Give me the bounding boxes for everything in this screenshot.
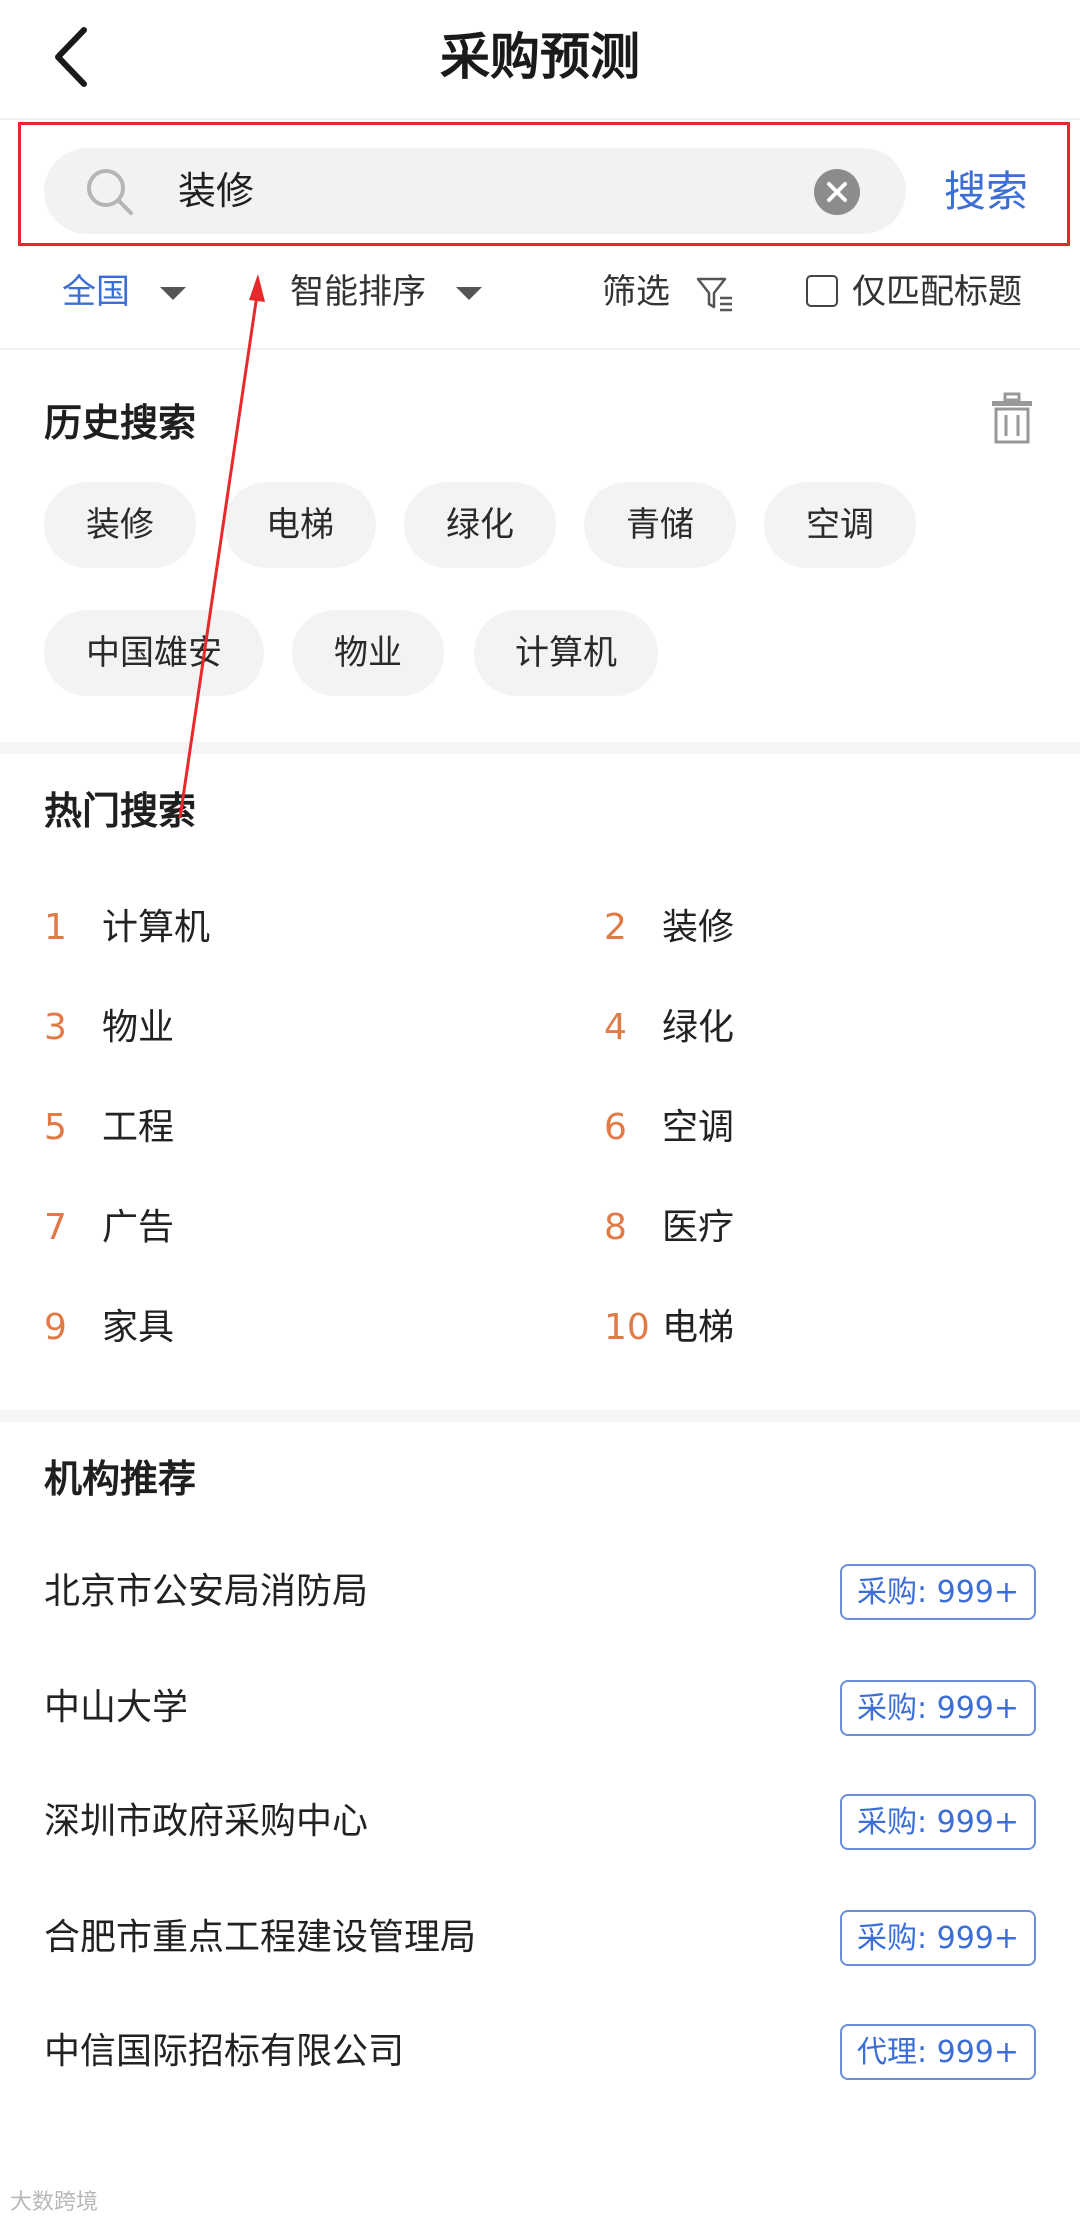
hot-rank: 8: [604, 1207, 627, 1248]
hot-item[interactable]: 3 物业: [44, 998, 174, 1058]
match-title-checkbox[interactable]: [806, 275, 838, 307]
orgs-title: 机构推荐: [44, 1457, 197, 1501]
hot-word: 广告: [102, 1207, 175, 1248]
search-input[interactable]: [178, 158, 818, 224]
history-chip[interactable]: 空调: [764, 482, 916, 568]
hot-item[interactable]: 5 工程: [44, 1098, 174, 1158]
org-row[interactable]: 合肥市重点工程建设管理局 采购: 999+: [44, 1900, 1036, 1976]
history-chip[interactable]: 中国雄安: [44, 610, 264, 696]
sort-label: 智能排序: [290, 272, 426, 312]
hot-word: 家具: [102, 1307, 175, 1348]
history-title: 历史搜索: [44, 401, 197, 445]
hot-rank: 6: [604, 1107, 627, 1148]
hot-item[interactable]: 4 绿化: [604, 998, 734, 1058]
hot-rank: 4: [604, 1007, 627, 1048]
search-box[interactable]: [44, 148, 906, 234]
history-chip[interactable]: 青储: [584, 482, 736, 568]
funnel-icon: [696, 277, 732, 311]
hot-word: 医疗: [662, 1207, 735, 1248]
hot-rank: 3: [44, 1007, 67, 1048]
org-count-badge[interactable]: 采购: 999+: [840, 1680, 1036, 1736]
org-row[interactable]: 北京市公安局消防局 采购: 999+: [44, 1554, 1036, 1630]
hot-word: 工程: [102, 1107, 175, 1148]
divider: [0, 348, 1080, 350]
hot-title: 热门搜索: [44, 789, 197, 833]
search-icon: [87, 169, 133, 215]
org-row[interactable]: 中山大学 采购: 999+: [44, 1670, 1036, 1746]
history-chip[interactable]: 物业: [292, 610, 444, 696]
hot-item[interactable]: 6 空调: [604, 1098, 734, 1158]
section-divider: [0, 742, 1080, 754]
org-count-badge[interactable]: 代理: 999+: [840, 2024, 1036, 2080]
history-chip[interactable]: 电梯: [224, 482, 376, 568]
history-chip[interactable]: 绿化: [404, 482, 556, 568]
hot-word: 电梯: [662, 1307, 735, 1348]
org-count-badge[interactable]: 采购: 999+: [840, 1910, 1036, 1966]
org-row[interactable]: 深圳市政府采购中心 采购: 999+: [44, 1784, 1036, 1860]
clear-icon[interactable]: [814, 169, 860, 215]
history-chip[interactable]: 计算机: [474, 610, 658, 696]
org-name: 北京市公安局消防局: [44, 1571, 369, 1612]
filter-button[interactable]: 筛选: [602, 254, 735, 330]
hot-word: 装修: [662, 907, 735, 948]
filter-label: 筛选: [602, 272, 670, 312]
page-title: 采购预测: [440, 28, 640, 86]
hot-rank: 10: [604, 1307, 650, 1348]
region-dropdown[interactable]: 全国: [62, 254, 186, 330]
filter-bar: 全国 智能排序 筛选 仅匹配标题: [0, 254, 1080, 330]
hot-rank: 5: [44, 1107, 67, 1148]
section-divider: [0, 1410, 1080, 1422]
hot-item[interactable]: 10 电梯: [604, 1298, 734, 1358]
hot-rank: 9: [44, 1307, 67, 1348]
watermark: 大数跨境: [10, 2190, 99, 2215]
hot-word: 物业: [102, 1007, 175, 1048]
hot-item[interactable]: 2 装修: [604, 898, 734, 958]
history-chip[interactable]: 装修: [44, 482, 196, 568]
hot-item[interactable]: 7 广告: [44, 1198, 174, 1258]
region-label: 全国: [62, 272, 130, 312]
org-count-badge[interactable]: 采购: 999+: [840, 1794, 1036, 1850]
org-row[interactable]: 中信国际招标有限公司 代理: 999+: [44, 2014, 1036, 2090]
hot-rank: 1: [44, 907, 67, 948]
org-name: 深圳市政府采购中心: [44, 1801, 369, 1842]
hot-rank: 2: [604, 907, 627, 948]
caret-down-icon: [160, 287, 186, 300]
hot-word: 计算机: [102, 907, 211, 948]
hot-item[interactable]: 8 医疗: [604, 1198, 734, 1258]
match-title-label[interactable]: 仅匹配标题: [852, 254, 1022, 330]
org-name: 中信国际招标有限公司: [44, 2031, 405, 2072]
hot-rank: 7: [44, 1207, 67, 1248]
sort-dropdown[interactable]: 智能排序: [290, 254, 482, 330]
trash-icon[interactable]: [990, 392, 1034, 444]
org-name: 合肥市重点工程建设管理局: [44, 1917, 477, 1958]
org-count-badge[interactable]: 采购: 999+: [840, 1564, 1036, 1620]
search-button[interactable]: 搜索: [944, 160, 1048, 224]
header: 采购预测: [0, 0, 1080, 118]
divider: [0, 118, 1080, 120]
caret-down-icon: [456, 287, 482, 300]
org-name: 中山大学: [44, 1687, 189, 1728]
hot-item[interactable]: 9 家具: [44, 1298, 174, 1358]
hot-item[interactable]: 1 计算机: [44, 898, 210, 958]
hot-word: 绿化: [662, 1007, 735, 1048]
hot-word: 空调: [662, 1107, 735, 1148]
